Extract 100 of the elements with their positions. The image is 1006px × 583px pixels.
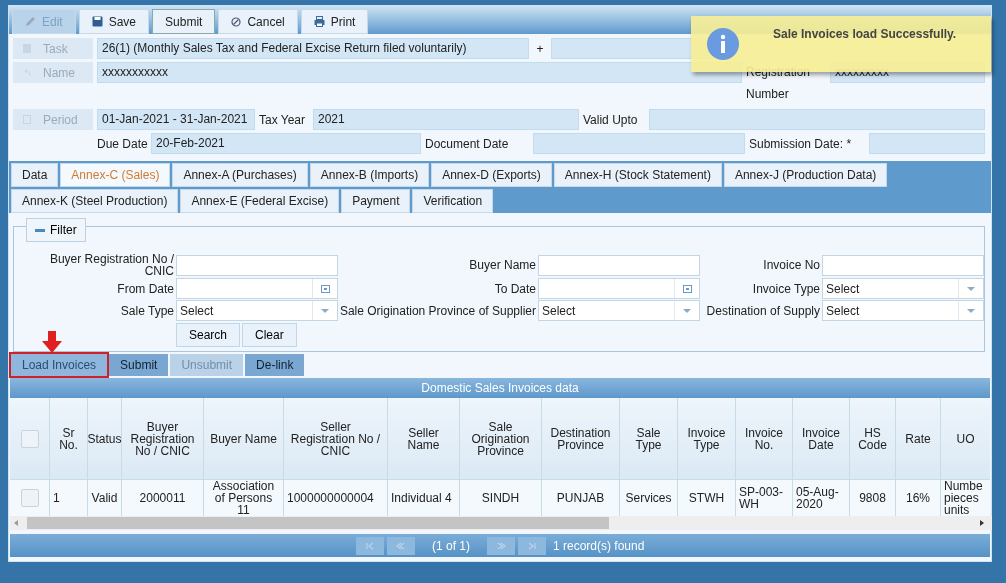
field-label: Due Date: [97, 136, 147, 151]
printer-icon: [313, 16, 325, 27]
horizontal-scrollbar[interactable]: [10, 516, 992, 530]
action-button[interactable]: Submit: [109, 354, 169, 376]
tab[interactable]: Data: [11, 163, 59, 187]
tab[interactable]: Annex-H (Stock Statement): [553, 163, 722, 187]
checkbox[interactable]: [20, 489, 39, 507]
tax-year-field[interactable]: 2021: [313, 109, 579, 130]
select-field[interactable]: Select: [822, 300, 984, 321]
valid-upto-field[interactable]: [649, 109, 985, 130]
filter-label: Sale Type: [119, 304, 175, 317]
save-icon: [91, 16, 103, 27]
table-cell: SP-003-WH: [736, 480, 793, 516]
grid-title: Domestic Sales Invoices data: [10, 378, 990, 398]
action-button[interactable]: Load Invoices: [11, 354, 108, 376]
field-label: Valid Upto: [583, 112, 639, 127]
filter-button[interactable]: Clear: [242, 323, 297, 347]
column-header[interactable]: Sale Type: [620, 398, 678, 480]
calendar-icon: [320, 284, 330, 293]
caret-icon: [683, 308, 691, 313]
filter-label: To Date: [493, 282, 537, 295]
toolbar-button[interactable]: Save: [78, 9, 150, 34]
filter-toggle[interactable]: Filter: [26, 218, 86, 242]
text-field[interactable]: [538, 254, 700, 276]
select-field[interactable]: Select: [822, 278, 984, 299]
previous-page-button[interactable]: [387, 536, 415, 555]
column-header[interactable]: Buyer Registration No / CNIC: [122, 398, 204, 480]
next-page-button[interactable]: [487, 536, 515, 555]
column-header[interactable]: UO: [941, 398, 990, 480]
date-field[interactable]: [176, 278, 338, 299]
text-field[interactable]: [176, 254, 338, 276]
field-label: Document Date: [425, 136, 510, 151]
tab[interactable]: Annex-A (Purchases): [172, 163, 308, 187]
text-field[interactable]: [822, 254, 984, 276]
page-indicator: (1 of 1): [431, 538, 471, 553]
double-arrow-icon: [395, 540, 407, 551]
tab[interactable]: Annex-E (Federal Excise): [180, 189, 340, 213]
column-header[interactable]: HS Code: [850, 398, 896, 480]
name-field[interactable]: xxxxxxxxxxx: [97, 62, 742, 83]
tab[interactable]: Annex-K (Steel Production): [11, 189, 179, 213]
caret-icon: [321, 308, 329, 313]
column-header[interactable]: Invoice No.: [736, 398, 793, 480]
task-field[interactable]: 26(1) (Monthly Sales Tax and Federal Excise Return filed voluntarily): [97, 38, 529, 59]
column-header[interactable]: Seller Name: [388, 398, 460, 480]
filter-label: Buyer Name: [468, 259, 537, 271]
tab[interactable]: Payment: [341, 189, 411, 213]
filter-label: Sale Origination Province of Supplier: [338, 304, 537, 317]
document-date-field[interactable]: [533, 133, 745, 154]
caret-icon: [967, 286, 975, 291]
column-header[interactable]: Destination Province: [542, 398, 620, 480]
filter-label: Invoice No: [762, 259, 821, 271]
field-label: Task: [13, 38, 93, 59]
tab[interactable]: Annex-J (Production Data): [723, 163, 888, 187]
table-cell: 05-Aug-2020: [793, 480, 850, 516]
column-header[interactable]: Sr No.: [50, 398, 88, 480]
last-page-button[interactable]: [518, 536, 546, 555]
filter-label: Invoice Type: [751, 282, 821, 295]
plus-sign: +: [535, 41, 545, 56]
toolbar-button[interactable]: Submit: [152, 9, 216, 34]
table-cell: 1: [50, 480, 88, 516]
filter-label: From Date: [116, 282, 175, 295]
bar-arrow-icon: [364, 540, 376, 551]
action-button[interactable]: De-link: [245, 354, 305, 376]
checkbox[interactable]: [20, 429, 39, 448]
field-label: Name: [13, 62, 93, 83]
column-header[interactable]: Sale Origination Province: [460, 398, 542, 480]
table-cell: Valid: [88, 480, 122, 516]
column-header[interactable]: Status: [88, 398, 122, 480]
toolbar-button[interactable]: Cancel: [218, 9, 298, 34]
first-page-button[interactable]: [356, 536, 384, 555]
table-cell: 1000000000004: [284, 480, 388, 516]
arrow-icon: [41, 331, 63, 353]
column-header[interactable]: Invoice Type: [678, 398, 736, 480]
column-header[interactable]: Buyer Name: [204, 398, 284, 480]
filter-button[interactable]: Search: [176, 323, 241, 347]
cancel-icon: [231, 16, 242, 27]
submission-date-field[interactable]: [869, 133, 985, 154]
select-field[interactable]: Select: [176, 300, 338, 321]
pencil-icon: [25, 16, 36, 27]
toolbar-button[interactable]: Print: [300, 9, 369, 34]
field-label: Registration Number: [746, 64, 812, 103]
column-header[interactable]: Invoice Date: [793, 398, 850, 480]
bar-arrow-icon: [526, 540, 538, 551]
tab[interactable]: Verification: [412, 189, 494, 213]
caret-icon: [967, 308, 975, 313]
calendar-icon: [682, 284, 692, 293]
info-icon: [707, 28, 739, 60]
column-header[interactable]: Seller Registration No / CNIC: [284, 398, 388, 480]
due-date-field[interactable]: 20-Feb-2021: [151, 133, 421, 154]
field-label: Period: [13, 109, 93, 130]
column-header[interactable]: Rate: [896, 398, 941, 480]
filter-label: Buyer Registration No / CNIC: [48, 253, 175, 277]
double-arrow-icon: [495, 540, 507, 551]
period-field[interactable]: 01-Jan-2021 - 31-Jan-2021: [97, 109, 255, 130]
date-field[interactable]: [538, 278, 700, 299]
field-label: Tax Year: [259, 112, 307, 127]
tab[interactable]: Annex-B (Imports): [309, 163, 430, 187]
select-field[interactable]: Select: [538, 300, 700, 321]
filter-label: Destination of Supply: [705, 304, 821, 317]
tab[interactable]: Annex-D (Exports): [431, 163, 552, 187]
